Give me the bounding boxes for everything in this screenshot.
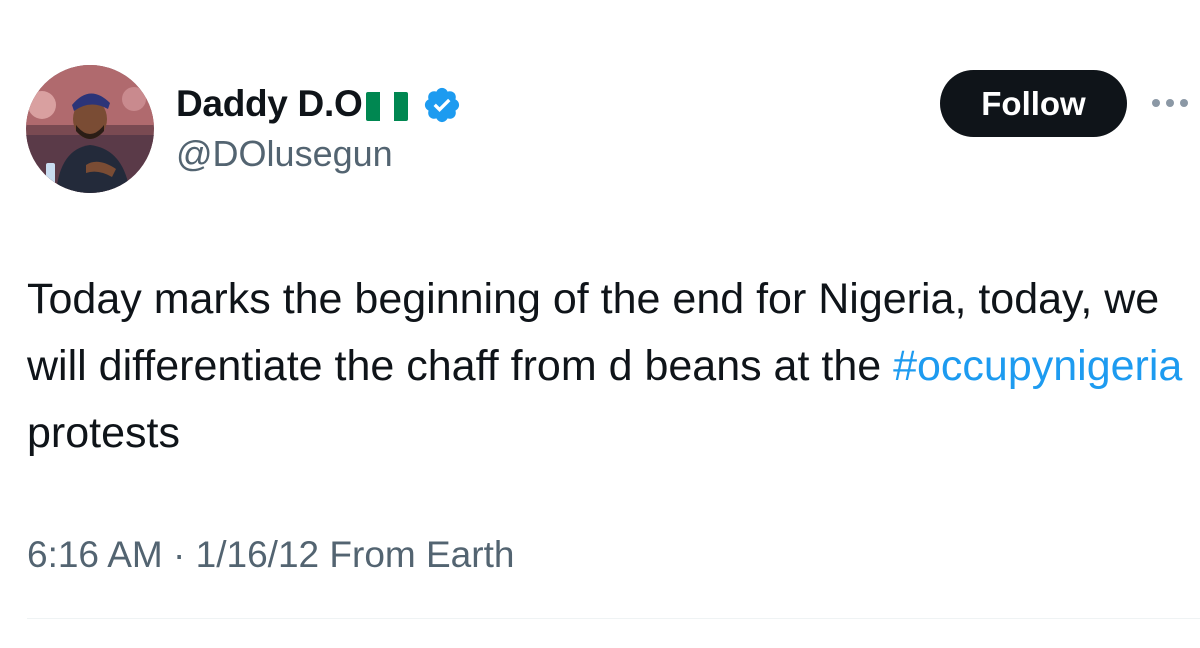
verified-badge-icon[interactable]	[422, 85, 462, 125]
tweet-meta: 6:16 AM · 1/16/12 From Earth	[27, 534, 514, 576]
author-name-row: Daddy D.O	[176, 80, 462, 128]
dot	[1152, 99, 1160, 107]
dot	[1166, 99, 1174, 107]
author-handle[interactable]: @DOlusegun	[176, 133, 393, 175]
tweet-text: Today marks the beginning of the end for…	[27, 266, 1187, 467]
nigeria-flag-icon	[366, 91, 409, 121]
tweet-text-tail: protests	[27, 409, 180, 457]
meta-separator: ·	[173, 534, 186, 575]
more-horizontal-icon[interactable]	[1152, 88, 1200, 118]
tweet-time[interactable]: 6:16 AM	[27, 534, 163, 575]
follow-button[interactable]: Follow	[940, 70, 1127, 137]
author-display-name[interactable]: Daddy D.O	[176, 83, 363, 125]
dot	[1180, 99, 1188, 107]
hashtag-link[interactable]: #occupynigeria	[893, 342, 1182, 390]
avatar-photo	[26, 65, 154, 193]
tweet-source: From Earth	[329, 534, 515, 575]
avatar[interactable]	[26, 65, 154, 193]
tweet-date[interactable]: 1/16/12	[196, 534, 319, 575]
divider	[27, 618, 1200, 619]
